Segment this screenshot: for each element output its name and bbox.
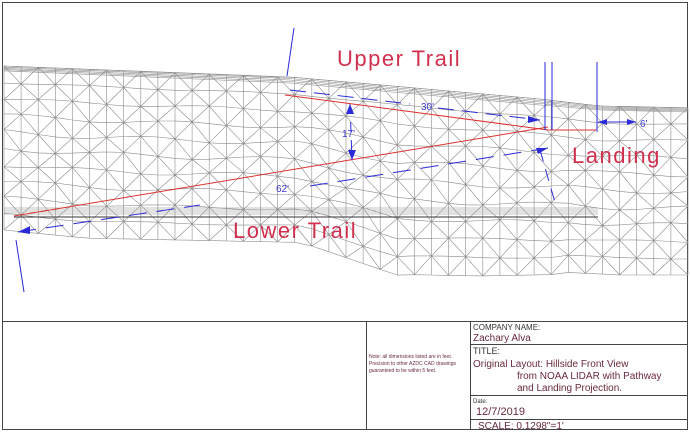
dimension-lines — [15, 27, 636, 293]
lower-trail-label: Lower Trail — [233, 218, 357, 243]
title-line-1: Original Layout: Hillside Front View — [473, 359, 629, 370]
upper-pathway-line — [284, 94, 549, 131]
dim-30-line-b — [437, 107, 541, 121]
lower-pathway-line — [13, 126, 549, 217]
title-label: TITLE: — [473, 346, 500, 356]
note-line-2: Precision to other AZDC CAD drawings — [369, 361, 456, 367]
cad-drawing-sheet: Upper Trail Lower Trail Landing 62' 30' … — [2, 2, 689, 432]
dim-6-value: 6' — [640, 119, 648, 130]
date-value: 12/7/2019 — [476, 406, 525, 418]
company-name-label: COMPANY NAME: — [473, 323, 540, 332]
arrow-17-bottom — [348, 150, 356, 160]
pathway-projection — [13, 94, 596, 217]
date-label: Date: — [473, 399, 488, 405]
dim-62-line-a — [17, 204, 201, 233]
landing-label: Landing — [572, 143, 661, 168]
mesh-wireframe-path — [3, 65, 689, 277]
title-line-3: and Landing Projection. — [517, 383, 622, 394]
arrow-17-top — [346, 104, 354, 114]
note-line-1: Note: all dimensions listed are in feet. — [369, 354, 452, 360]
note-line-3: guaranteed to be within 5 feet. — [369, 368, 436, 374]
title-block-note: Note: all dimensions listed are in feet.… — [369, 354, 456, 374]
landing-ext-line-4 — [539, 149, 557, 207]
dim-30-value: 30' — [421, 102, 434, 113]
company-name-value: Zachary Alva — [473, 333, 531, 344]
dim-leader-top — [286, 27, 295, 77]
upper-trail-label: Upper Trail — [337, 46, 461, 71]
title-line-2: from NOAA LIDAR with Pathway — [517, 371, 662, 382]
scale-value: SCALE: 0.1298"=1' — [478, 421, 564, 432]
hillside-lidar-mesh — [3, 65, 689, 277]
dim-62-value: 62' — [276, 184, 289, 195]
dim-17-value: 17' — [342, 129, 355, 140]
dimension-arrows — [18, 104, 636, 234]
dim-leader-left — [15, 239, 25, 293]
arrow-62-start — [18, 226, 30, 234]
